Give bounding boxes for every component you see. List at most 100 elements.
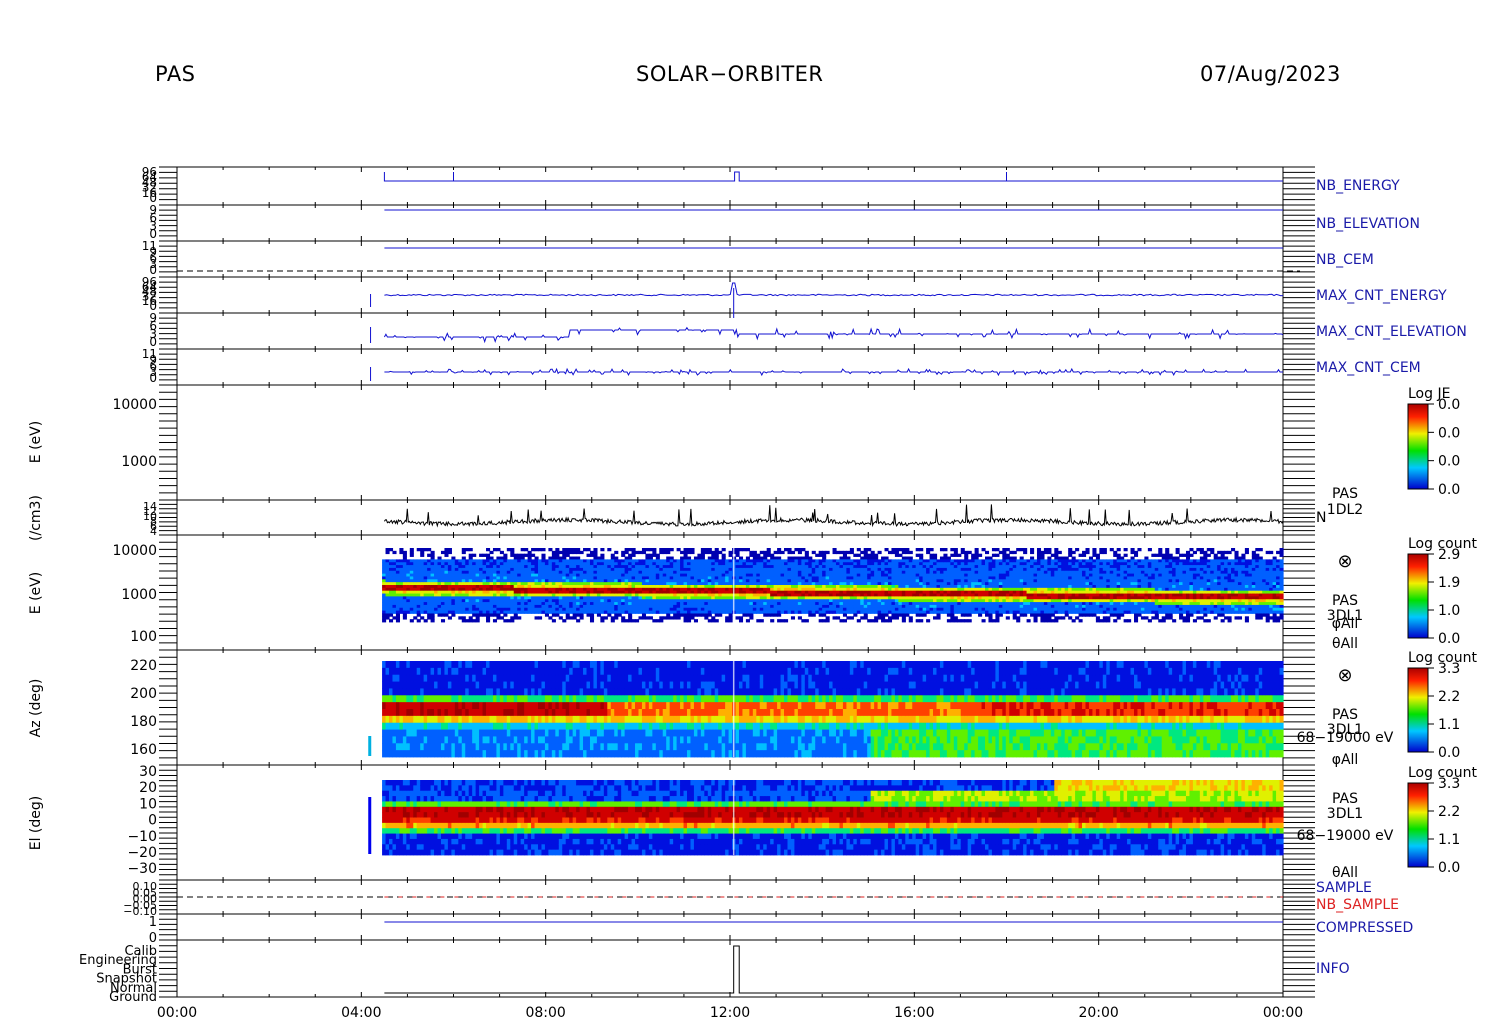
energy-2-cell bbox=[1036, 576, 1042, 580]
energy-2-cell bbox=[995, 565, 1000, 569]
energy-2-cell bbox=[451, 613, 456, 617]
energy-2-cell bbox=[600, 565, 605, 569]
energy-2-cell bbox=[392, 604, 397, 609]
energy-2-cell bbox=[648, 567, 653, 572]
energy-2-cell bbox=[638, 587, 643, 592]
energy-2-cell bbox=[385, 587, 390, 592]
energy-2-cell bbox=[572, 582, 577, 586]
energy-2-cell bbox=[659, 610, 664, 614]
energy-2-cell bbox=[593, 570, 598, 575]
energy-2-cell bbox=[877, 590, 882, 594]
energy-2-cell bbox=[666, 565, 671, 569]
energy-2-cell bbox=[645, 596, 650, 600]
energy-2-cell bbox=[389, 576, 394, 580]
energy-2-cell bbox=[558, 567, 563, 572]
energy-2-cell bbox=[572, 604, 577, 609]
energy-2-cell bbox=[524, 593, 529, 597]
energy-2-cell bbox=[853, 582, 858, 586]
energy-2-cell bbox=[1012, 590, 1017, 594]
energy-2-cell bbox=[849, 585, 854, 589]
energy-2-cell bbox=[867, 607, 872, 612]
energy-2-cell bbox=[673, 576, 678, 580]
energy-2-cell bbox=[506, 607, 511, 612]
energy-2-cell bbox=[427, 587, 432, 592]
energy-2-cell bbox=[1009, 593, 1014, 597]
energy-2-cell bbox=[1030, 576, 1035, 580]
energy-2-cell bbox=[402, 610, 407, 614]
energy-2-cell bbox=[548, 559, 553, 563]
energy-2-cell bbox=[995, 576, 1000, 580]
energy-2-cell bbox=[576, 556, 581, 560]
energy-2-cell bbox=[1040, 607, 1045, 612]
energy-2-cell bbox=[468, 607, 473, 612]
energy-2-cell bbox=[832, 579, 837, 583]
energy-2-cell bbox=[998, 570, 1003, 575]
energy-2-cell bbox=[808, 570, 813, 575]
energy-2-cell bbox=[513, 562, 518, 566]
energy-2-cell bbox=[822, 570, 827, 575]
energy-2-cell bbox=[891, 582, 896, 586]
energy-2-cell bbox=[811, 613, 816, 617]
energy-2-cell bbox=[988, 596, 993, 600]
energy-2-cell bbox=[773, 565, 778, 569]
energy-2-cell bbox=[853, 570, 858, 575]
energy-2-cell bbox=[773, 590, 778, 594]
energy-2-cell bbox=[756, 604, 761, 609]
energy-2-cell bbox=[444, 596, 449, 600]
energy-2-cell bbox=[538, 596, 543, 600]
energy-2-cell bbox=[877, 602, 882, 606]
energy-2-cell bbox=[874, 585, 879, 589]
energy-2-cell bbox=[1019, 590, 1024, 594]
energy-2-cell bbox=[725, 604, 730, 609]
energy-2-cell bbox=[797, 548, 802, 552]
energy-2-cell bbox=[829, 585, 834, 589]
energy-2-cell bbox=[510, 593, 515, 597]
energy-2-cell bbox=[853, 607, 858, 612]
energy-2-cell bbox=[842, 582, 847, 586]
energy-2-cell bbox=[860, 610, 865, 614]
energy-2-cell bbox=[787, 556, 792, 560]
energy-2-cell bbox=[919, 556, 924, 560]
energy-2-cell bbox=[728, 599, 733, 603]
energy-2-cell bbox=[711, 610, 716, 614]
energy-2-cell bbox=[513, 576, 518, 580]
energy-2-cell bbox=[867, 548, 872, 552]
energy-1-frame bbox=[176, 384, 1284, 501]
energy-2-cell bbox=[1043, 573, 1048, 577]
energy-2-cell bbox=[763, 576, 768, 580]
energy-2-cell bbox=[680, 596, 685, 600]
energy-2-cell bbox=[946, 567, 951, 572]
energy-2-cell bbox=[593, 593, 598, 597]
energy-2-cell bbox=[669, 590, 674, 594]
energy-2-cell bbox=[714, 619, 719, 623]
energy-2-cell bbox=[486, 579, 491, 583]
energy-2-cell bbox=[777, 576, 782, 580]
energy-2-cell bbox=[624, 559, 629, 563]
energy-2-cell bbox=[742, 579, 747, 583]
energy-2-cell bbox=[475, 613, 480, 617]
energy-2-cell bbox=[960, 599, 965, 603]
energy-2-cell bbox=[430, 590, 435, 594]
energy-2-cell bbox=[766, 570, 771, 575]
energy-2-cell bbox=[943, 599, 948, 603]
energy-2-cell bbox=[648, 562, 653, 566]
energy-2-cell bbox=[645, 604, 650, 609]
energy-2-cell bbox=[458, 604, 463, 609]
energy-2-cell bbox=[652, 576, 657, 580]
energy-2-cell bbox=[981, 610, 986, 614]
energy-2-cell bbox=[856, 553, 861, 557]
energy-2-cell bbox=[707, 548, 712, 552]
energy-2-cell bbox=[749, 576, 754, 580]
energy-2-cell bbox=[638, 565, 643, 569]
energy-2-cell bbox=[1012, 550, 1017, 555]
energy-2-cell bbox=[451, 599, 456, 603]
energy-2-cell bbox=[978, 599, 983, 603]
energy-2-cell bbox=[860, 616, 865, 620]
energy-2-cell bbox=[693, 573, 698, 577]
energy-2-cell bbox=[534, 610, 539, 614]
energy-2-cell bbox=[780, 593, 785, 597]
energy-2-cell bbox=[853, 559, 858, 563]
energy-2-cell bbox=[1030, 559, 1035, 563]
energy-2-cell bbox=[576, 576, 581, 580]
energy-2-cell bbox=[881, 590, 886, 594]
